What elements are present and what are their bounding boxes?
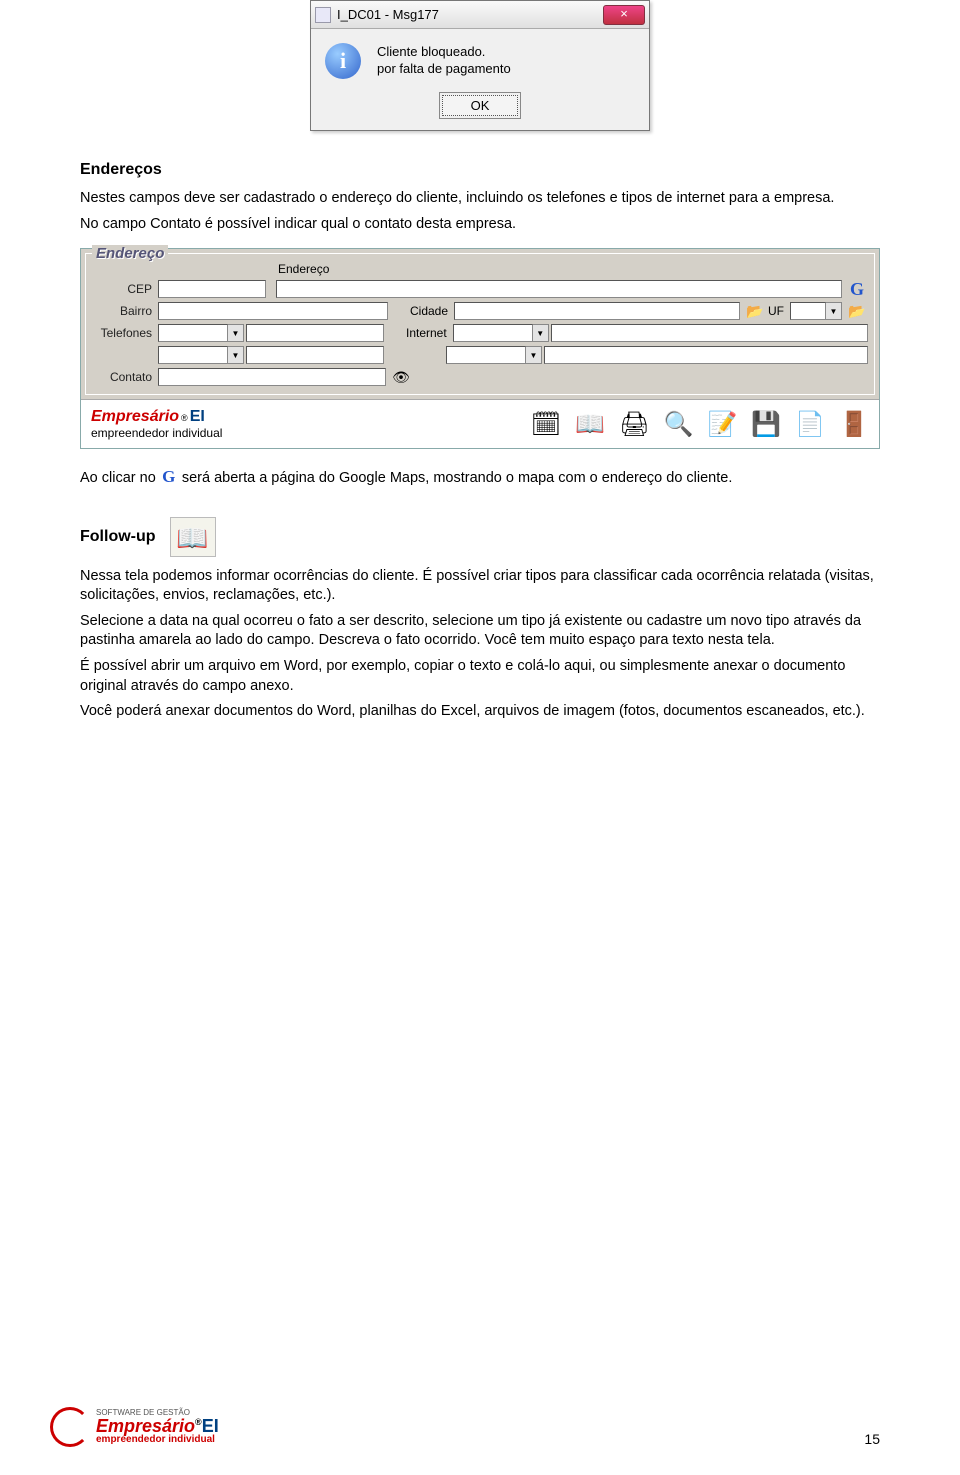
book-icon[interactable]: 📖 [575,410,605,439]
footer-logo: SOFTWARE DE GESTÃO Empresário®EI empreen… [50,1407,219,1447]
uf-dropdown[interactable]: ▼ [826,302,842,320]
section1-para1: Nestes campos deve ser cadastrado o ende… [80,189,880,209]
para3-pre: Ao clicar no [80,470,160,486]
internet-label: Internet [404,326,453,340]
followup-p2: Selecione a data na qual ocorreu o fato … [80,612,880,651]
followup-heading-row: Follow-up 📖 [80,517,880,557]
exit-icon[interactable]: 🚪 [839,410,869,439]
new-icon[interactable]: 📄 [795,410,825,439]
app-icon [315,7,331,23]
footer-brand2: EI [202,1416,219,1436]
endereco-col-label: Endereço [276,262,335,276]
followup-heading: Follow-up [80,528,156,546]
google-maps-icon[interactable]: G [846,280,868,298]
net-type1-input[interactable] [453,324,533,342]
net-type1-dd[interactable]: ▼ [533,324,549,342]
cep-label: CEP [92,282,158,296]
telefones-label: Telefones [92,326,158,340]
para3-post: será aberta a página do Google Maps, mos… [182,470,733,486]
dialog-footer: OK [311,89,649,130]
ok-button[interactable]: OK [442,95,518,116]
bairro-label: Bairro [92,304,158,318]
tel1-input[interactable] [246,324,384,342]
cidade-label: Cidade [408,304,454,318]
followup-book-icon: 📖 [170,517,216,557]
google-g-inline-icon: G [160,469,178,487]
dialog-titlebar: I_DC01 - Msg177 × [311,1,649,29]
endereco-fieldset: Endereço Endereço CEP G Bairro Cidade [85,253,875,395]
brand-logo: Empresário ® EI empreendedor individual [91,408,222,440]
endereco-form-panel: Endereço Endereço CEP G Bairro Cidade [80,248,880,449]
message-dialog: I_DC01 - Msg177 × i Cliente bloqueado. p… [310,0,650,131]
net2-input[interactable] [544,346,868,364]
dialog-title: I_DC01 - Msg177 [337,7,439,22]
form-toolbar: Empresário ® EI empreendedor individual … [81,399,879,448]
brand-word1: Empresário [91,408,179,426]
google-maps-paragraph: Ao clicar no G será aberta a página do G… [80,469,880,489]
uf-input[interactable] [790,302,826,320]
section-heading-enderecos: Endereços [80,161,880,179]
footer-brand1: Empresário [96,1416,195,1436]
search-icon[interactable]: 🔍 [664,410,694,439]
uf-label: UF [766,304,790,318]
dialog-message: Cliente bloqueado. por falta de pagament… [377,44,511,78]
tel2-input[interactable] [246,346,384,364]
contato-input[interactable] [158,368,386,386]
dialog-body: i Cliente bloqueado. por falta de pagame… [311,29,649,89]
print-icon[interactable]: 🖨 [619,410,649,439]
tel-type1-dd[interactable]: ▼ [228,324,244,342]
net1-input[interactable] [551,324,868,342]
net-type2-dd[interactable]: ▼ [526,346,542,364]
section1-para2: No campo Contato é possível indicar qual… [80,215,880,235]
calendar-icon[interactable]: 🗓 [531,410,561,439]
dialog-message-line1: Cliente bloqueado. [377,44,485,59]
info-icon: i [325,43,361,79]
followup-p1: Nessa tela podemos informar ocorrências … [80,567,880,606]
uf-browse-icon[interactable]: 📂 [846,302,868,320]
tel-type1-input[interactable] [158,324,228,342]
cep-input[interactable] [158,280,266,298]
close-button[interactable]: × [603,5,645,25]
net-type2-input[interactable] [446,346,526,364]
tel-type2-dd[interactable]: ▼ [228,346,244,364]
tel-type2-input[interactable] [158,346,228,364]
brand-word2: EI [190,408,205,426]
footer-reg: ® [195,1417,202,1427]
followup-p3: É possível abrir um arquivo em Word, por… [80,657,880,696]
footer-line3: empreendedor individual [96,1435,219,1445]
fieldset-legend: Endereço [92,245,168,262]
save-icon[interactable]: 💾 [751,410,781,439]
cidade-browse-icon[interactable]: 📂 [744,302,766,320]
note-icon[interactable]: 📝 [707,410,737,439]
contato-view-icon[interactable]: 👁 [390,368,412,386]
contato-label: Contato [92,370,158,384]
bairro-input[interactable] [158,302,388,320]
brand-sub: empreendedor individual [91,426,222,440]
swirl-icon [50,1407,90,1447]
endereco-input[interactable] [276,280,842,298]
followup-p4: Você poderá anexar documentos do Word, p… [80,702,880,722]
page-number: 15 [864,1431,880,1447]
dialog-message-line2: por falta de pagamento [377,61,511,76]
cidade-input[interactable] [454,302,740,320]
